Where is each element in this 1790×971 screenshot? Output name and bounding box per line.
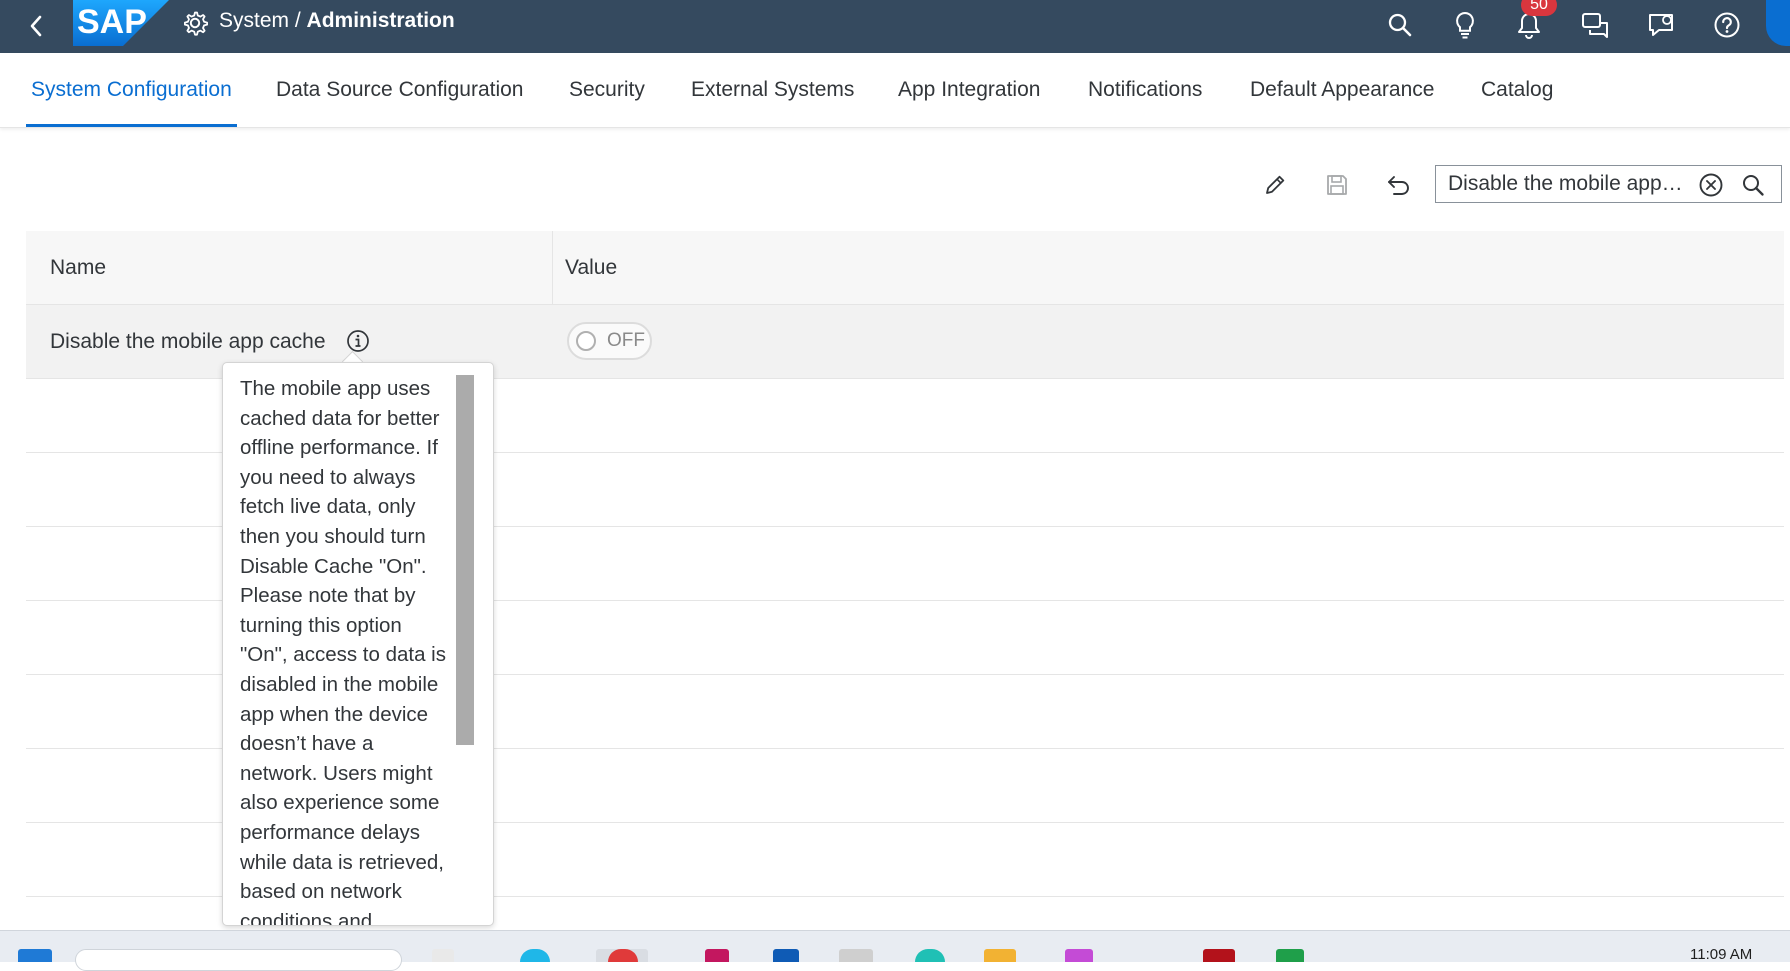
user-avatar[interactable] xyxy=(1766,0,1790,46)
lightbulb-icon xyxy=(1456,11,1474,39)
notification-badge: 50 xyxy=(1521,0,1557,16)
taskbar-app-icon[interactable] xyxy=(432,949,454,962)
help-button[interactable] xyxy=(1709,7,1745,43)
save-icon xyxy=(1327,175,1347,195)
disable-cache-switch[interactable]: OFF xyxy=(567,322,652,360)
shell-search-button[interactable] xyxy=(1382,7,1418,43)
search-submit-button[interactable] xyxy=(1738,171,1768,199)
page-title: System / Administration xyxy=(219,9,455,33)
taskbar-app-icon[interactable] xyxy=(984,949,1016,962)
chevron-left-icon xyxy=(30,15,42,37)
clear-circle-icon xyxy=(1699,173,1723,197)
pencil-icon xyxy=(1266,175,1285,194)
popover-scrollbar[interactable] xyxy=(456,375,474,745)
os-taskbar: 11:09 AM xyxy=(0,930,1790,971)
popover-text: The mobile app uses cached data for bett… xyxy=(240,377,446,926)
back-button[interactable] xyxy=(22,8,50,44)
tab-catalog[interactable]: Catalog xyxy=(1481,53,1553,127)
taskbar-app-icon[interactable] xyxy=(1065,949,1093,962)
undo-button[interactable] xyxy=(1381,167,1417,203)
clear-search-button[interactable] xyxy=(1697,171,1725,199)
chat-button[interactable] xyxy=(1643,7,1679,43)
taskbar-clock: 11:09 AM xyxy=(1690,946,1753,963)
taskbar-app-icon[interactable] xyxy=(915,949,945,962)
tab-external-systems[interactable]: External Systems xyxy=(691,53,854,127)
column-header-name: Name xyxy=(50,256,107,279)
tab-app-integration[interactable]: App Integration xyxy=(898,53,1040,127)
sap-logo[interactable]: SAP xyxy=(73,0,169,46)
info-popover: The mobile app uses cached data for bett… xyxy=(222,362,494,926)
taskbar-app-icon[interactable] xyxy=(520,949,550,962)
switch-knob xyxy=(576,331,596,351)
shell-bar: SAP System / Administration 50 xyxy=(0,0,1790,53)
tab-bar: System Configuration Data Source Configu… xyxy=(0,53,1790,128)
table-header: Name Value xyxy=(26,231,1784,305)
tab-security[interactable]: Security xyxy=(569,53,645,127)
column-separator xyxy=(552,231,553,304)
search-input[interactable]: Disable the mobile app cache xyxy=(1448,166,1688,202)
switch-state: OFF xyxy=(607,330,645,351)
search-icon xyxy=(1743,175,1764,196)
tab-data-source-configuration[interactable]: Data Source Configuration xyxy=(276,53,523,127)
info-icon[interactable] xyxy=(346,329,370,353)
column-header-value: Value xyxy=(565,256,618,279)
feedback-button[interactable] xyxy=(1577,7,1613,43)
chat-icon xyxy=(1649,14,1673,36)
feedback-icon xyxy=(1582,13,1608,38)
undo-icon xyxy=(1388,176,1409,195)
edit-button[interactable] xyxy=(1257,167,1293,203)
taskbar-search[interactable] xyxy=(75,949,402,971)
search-field: Disable the mobile app cache xyxy=(1435,165,1782,203)
search-icon xyxy=(1388,13,1412,37)
taskbar-app-icon[interactable] xyxy=(1203,949,1235,962)
tab-system-configuration[interactable]: System Configuration xyxy=(26,53,237,127)
svg-text:SAP: SAP xyxy=(77,3,147,41)
tab-notifications[interactable]: Notifications xyxy=(1088,53,1202,127)
taskbar-app-icon[interactable] xyxy=(839,949,873,962)
help-icon xyxy=(1714,12,1740,38)
gear-icon xyxy=(184,11,208,36)
title-main: Administration xyxy=(306,9,455,32)
taskbar-app-icon[interactable] xyxy=(1276,949,1304,962)
ideas-button[interactable] xyxy=(1447,7,1483,43)
start-icon[interactable] xyxy=(18,949,52,962)
save-button[interactable] xyxy=(1319,167,1355,203)
tab-default-appearance[interactable]: Default Appearance xyxy=(1250,53,1434,127)
title-prefix: System / xyxy=(219,9,307,32)
taskbar-app-icon[interactable] xyxy=(705,949,729,962)
taskbar-app-icon[interactable] xyxy=(773,949,799,962)
